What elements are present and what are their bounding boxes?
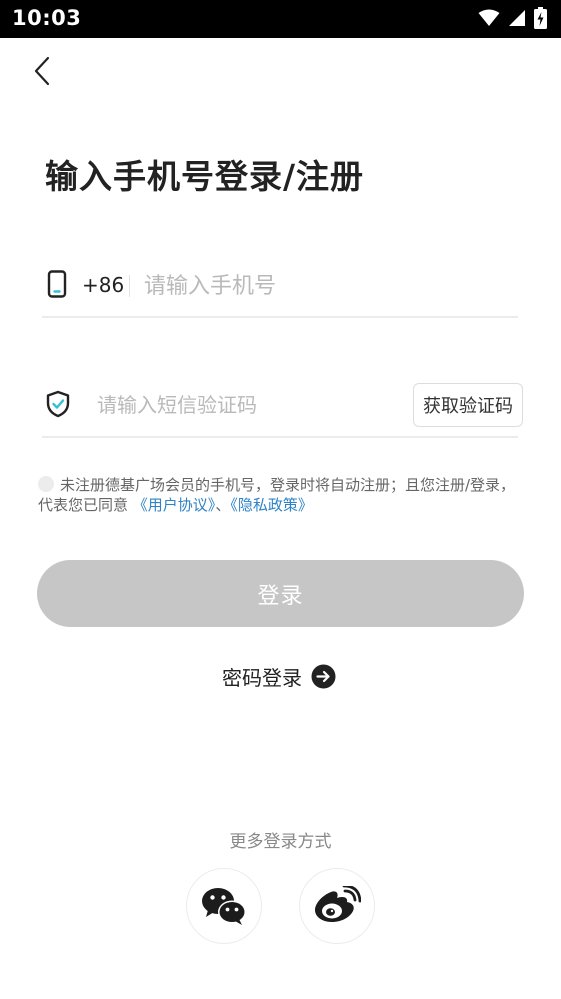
password-login-link[interactable]: 密码登录 [222, 662, 336, 691]
arrow-right-circle-icon [311, 664, 336, 689]
user-agreement-link[interactable]: 《用户协议》 [133, 496, 216, 514]
chevron-left-icon [34, 56, 50, 86]
battery-icon [534, 7, 547, 29]
login-button[interactable]: 登录 [37, 560, 524, 627]
status-bar: 10:03 [0, 0, 561, 38]
weibo-login-button[interactable] [299, 868, 375, 944]
wechat-login-button[interactable] [186, 868, 262, 944]
wechat-icon [202, 888, 246, 925]
page-title: 输入手机号登录/注册 [45, 157, 365, 196]
back-button[interactable] [24, 52, 60, 90]
cell-signal-icon [509, 10, 525, 26]
wifi-icon [478, 9, 500, 26]
privacy-policy-link[interactable]: 《隐私政策》 [230, 496, 313, 514]
agreement-separator: 、 [215, 496, 231, 514]
more-login-methods-label: 更多登录方式 [229, 832, 332, 852]
weibo-icon [315, 886, 361, 922]
agreement-notice: 未注册德基广场会员的手机号，登录时将自动注册；且您注册/登录，代表您已同意 《用… [38, 475, 522, 515]
mobile-phone-icon [47, 270, 67, 298]
phone-field-row: +86 [42, 256, 518, 318]
country-code[interactable]: +86 [82, 273, 124, 297]
password-login-label: 密码登录 [222, 666, 302, 690]
agreement-checkbox[interactable] [38, 476, 54, 492]
get-verification-code-button[interactable]: 获取验证码 [413, 383, 523, 427]
shield-check-icon [46, 390, 70, 418]
country-code-divider [129, 275, 130, 297]
status-time: 10:03 [12, 6, 82, 30]
status-icons [478, 7, 547, 29]
phone-input[interactable] [144, 268, 504, 304]
sms-code-input[interactable] [97, 387, 397, 423]
